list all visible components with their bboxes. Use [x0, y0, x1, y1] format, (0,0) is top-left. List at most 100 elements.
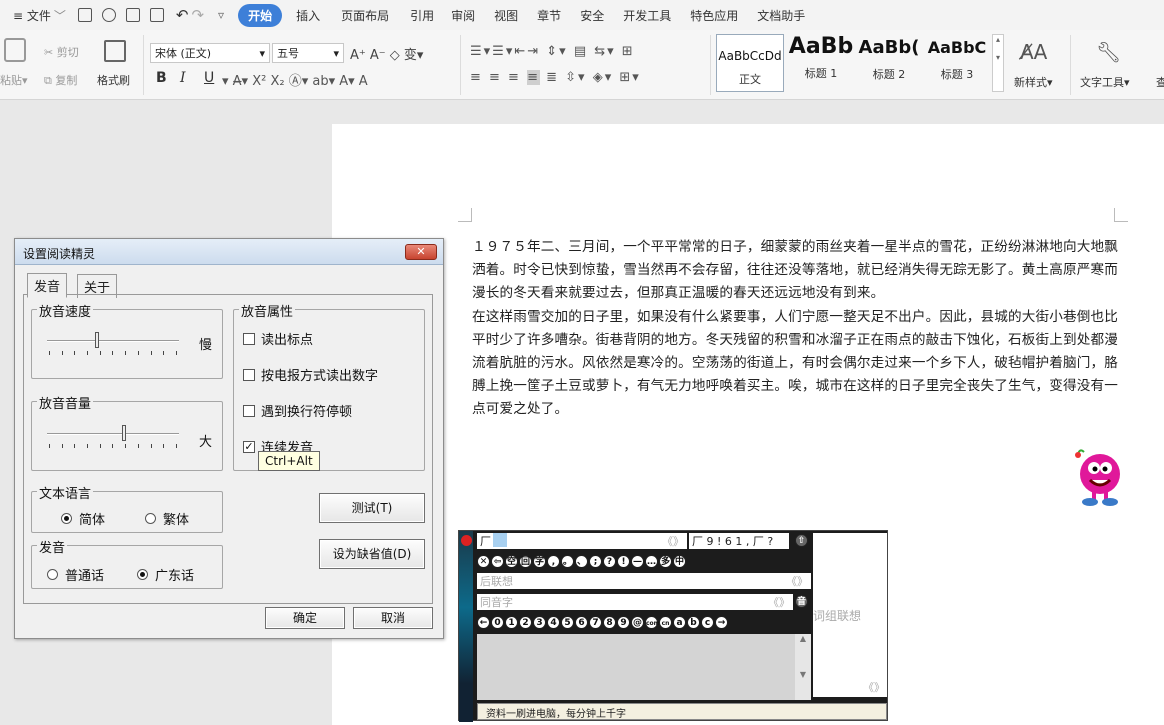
menu-special-apps[interactable]: 特色应用: [690, 7, 738, 24]
menu-page-layout[interactable]: 页面布局: [341, 7, 389, 24]
styles-scroll[interactable]: ▴ ▾: [992, 34, 1004, 92]
ime-symbol-key[interactable]: ?: [603, 555, 616, 567]
ime-digit-key[interactable]: cn: [659, 616, 672, 628]
export-icon[interactable]: [101, 8, 116, 22]
cancel-button[interactable]: 取消: [353, 607, 433, 629]
style-normal[interactable]: AaBbCcDd 正文: [716, 34, 784, 92]
menu-home[interactable]: 开始: [238, 3, 283, 27]
ime-later-assoc[interactable]: 后联想 《》: [477, 573, 811, 589]
align-icons[interactable]: ≡ ≡ ≡ ≡ ≣ ⇳▾ ◈▾ ⊞▾: [470, 70, 641, 85]
ime-symbol-key[interactable]: !: [617, 555, 630, 567]
italic-button[interactable]: I: [180, 70, 186, 86]
menu-doc-assistant[interactable]: 文档助手: [757, 7, 805, 24]
menu-references[interactable]: 引用: [410, 7, 434, 24]
set-default-button[interactable]: 设为缺省值(D): [319, 539, 425, 569]
volume-slider-track[interactable]: [47, 433, 179, 435]
new-style-icon[interactable]: A̸A: [1020, 40, 1047, 64]
list-indent-icons[interactable]: ☰▾☰▾⇤⇥ ⇕▾ ▤ ⇆▾ ⊞: [470, 44, 635, 59]
ime-homophones[interactable]: 同音字 《》: [477, 594, 793, 610]
ime-symbol-key[interactable]: …: [645, 555, 658, 567]
paste-icon[interactable]: [4, 38, 26, 62]
ime-symbol-key[interactable]: —: [631, 555, 644, 567]
ime-digit-key[interactable]: 3: [533, 616, 546, 628]
text-tools-button[interactable]: 文字工具▾: [1080, 74, 1130, 90]
ime-digit-key[interactable]: 6: [575, 616, 588, 628]
ime-input-field[interactable]: 厂 《》: [477, 533, 687, 549]
style-heading1[interactable]: AaBb 标题 1: [788, 34, 854, 92]
pause-on-newline-checkbox[interactable]: 遇到换行符停顿: [243, 401, 352, 420]
ime-phrase-panel[interactable]: 词组联想 《》: [813, 533, 887, 697]
bold-button[interactable]: B: [156, 70, 167, 86]
format-painter-button[interactable]: 格式刷: [97, 72, 130, 88]
volume-slider-thumb[interactable]: [122, 425, 126, 441]
paste-button[interactable]: 粘贴▾: [0, 72, 28, 88]
document-body[interactable]: １９７５年二、三月间，一个平平常常的日子，细蒙蒙的雨丝夹着一星半点的雪花，正纷纷…: [472, 236, 1118, 422]
ime-logo-icon[interactable]: [461, 535, 472, 546]
reading-sprite-icon[interactable]: [1070, 446, 1126, 508]
ime-candidates[interactable]: 厂 9 ! 6 1 , 厂 ?: [689, 533, 789, 549]
ime-digit-key[interactable]: c: [701, 616, 714, 628]
find-button[interactable]: 查: [1156, 74, 1164, 90]
ime-symbol-key[interactable]: 、: [575, 555, 588, 567]
ime-symbol-key[interactable]: 回: [519, 555, 532, 567]
font-grow-shrink-icons[interactable]: A⁺ A⁻ ◇ 变▾: [350, 44, 423, 63]
ime-digit-key[interactable]: 7: [589, 616, 602, 628]
ime-sound-icon[interactable]: 音: [795, 595, 808, 608]
ime-digit-keys[interactable]: 0 1 2 3 4 5 6 7 8 9 @ com cn a b c: [491, 614, 715, 628]
right-arrow-icon[interactable]: →: [715, 616, 728, 628]
ime-digit-key[interactable]: 9: [617, 616, 630, 628]
font-name-select[interactable]: 宋体 (正文) ▾: [150, 43, 270, 63]
ime-symbol-keys[interactable]: 空回字,。、;?! —… 多中: [505, 553, 687, 567]
menu-view[interactable]: 视图: [494, 7, 518, 24]
traditional-radio[interactable]: 繁体: [145, 509, 189, 528]
format-painter-icon[interactable]: [104, 40, 126, 62]
ime-nav-arrows[interactable]: 《》: [786, 573, 808, 589]
ime-symbol-key[interactable]: ,: [547, 555, 560, 567]
ime-digit-key[interactable]: @: [631, 616, 644, 628]
menu-section[interactable]: 章节: [537, 7, 561, 24]
speed-slider-track[interactable]: [47, 340, 179, 342]
ime-digit-key[interactable]: 2: [519, 616, 532, 628]
close-icon[interactable]: ✕: [477, 555, 490, 567]
simplified-radio[interactable]: 简体: [61, 509, 105, 528]
ime-symbol-row[interactable]: ✕ ⇦ 空回字,。、;?! —… 多中: [477, 553, 811, 567]
ime-symbol-key[interactable]: 字: [533, 555, 546, 567]
font-size-select[interactable]: 五号 ▾: [272, 43, 344, 63]
ime-nav-arrows[interactable]: 《》: [768, 594, 790, 610]
mandarin-radio[interactable]: 普通话: [47, 565, 104, 584]
ime-symbol-key[interactable]: 空: [505, 555, 518, 567]
menu-developer[interactable]: 开发工具: [623, 7, 671, 24]
telegraph-digits-checkbox[interactable]: 按电报方式读出数字: [243, 365, 378, 384]
ime-nav-arrows[interactable]: 《》: [863, 679, 885, 695]
ime-symbol-key[interactable]: 中: [673, 555, 686, 567]
menu-insert[interactable]: 插入: [296, 7, 320, 24]
read-punctuation-checkbox[interactable]: 读出标点: [243, 329, 313, 348]
print-icon[interactable]: [125, 8, 140, 22]
style-heading3[interactable]: AaBbC 标题 3: [924, 34, 990, 92]
ime-digit-key[interactable]: 1: [505, 616, 518, 628]
close-button[interactable]: ✕: [405, 244, 437, 260]
font-effects-icons[interactable]: ▾ A̶▾ X² X₂ Ⓐ▾ ab▾ A▾ A: [222, 70, 368, 89]
backspace-icon[interactable]: ⇦: [491, 555, 504, 567]
ime-digit-key[interactable]: 0: [491, 616, 504, 628]
ime-nav-arrows[interactable]: 《》: [662, 533, 684, 549]
speed-slider-thumb[interactable]: [95, 332, 99, 348]
tab-pronunciation[interactable]: 发音: [27, 273, 68, 298]
ime-symbol-key[interactable]: 。: [561, 555, 574, 567]
underline-button[interactable]: U: [204, 70, 214, 86]
save-icon[interactable]: [77, 8, 92, 22]
ime-symbol-key[interactable]: ;: [589, 555, 602, 567]
cantonese-radio[interactable]: 广东话: [137, 565, 194, 584]
menu-file[interactable]: ≡ 文件: [13, 7, 51, 24]
ime-symbol-key[interactable]: 多: [659, 555, 672, 567]
cut-button[interactable]: ✂ 剪切: [44, 44, 79, 60]
redo-icon[interactable]: ↷: [191, 6, 204, 24]
ime-digit-key[interactable]: 8: [603, 616, 616, 628]
new-style-button[interactable]: 新样式▾: [1014, 74, 1053, 90]
copy-button[interactable]: ⧉ 复制: [44, 72, 77, 88]
ime-scrollbar[interactable]: ▲ ▼: [795, 634, 811, 700]
ime-digit-key[interactable]: com: [645, 616, 660, 628]
wrench-icon[interactable]: 🔧︎: [1096, 40, 1121, 64]
ime-digit-key[interactable]: b: [687, 616, 700, 628]
ime-digit-key[interactable]: a: [673, 616, 686, 628]
